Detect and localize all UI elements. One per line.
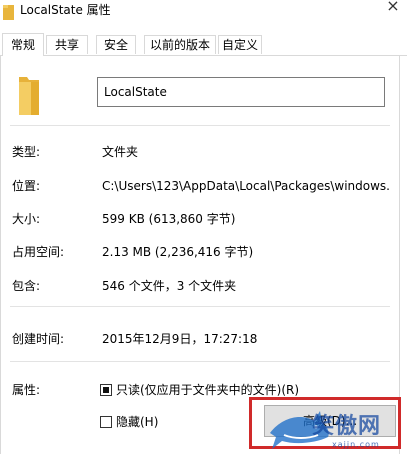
tab-security[interactable]: 安全 — [96, 35, 136, 54]
separator — [10, 361, 390, 362]
tab-strip: 常规 共享 安全 以前的版本 自定义 — [0, 33, 407, 56]
separator — [10, 125, 390, 126]
tab-previous-versions[interactable]: 以前的版本 — [144, 35, 216, 54]
folder-icon — [19, 77, 39, 115]
separator — [10, 306, 390, 307]
window-title: LocalState 属性 — [20, 3, 111, 17]
readonly-label[interactable]: 只读(仅应用于文件夹中的文件)(R) — [116, 382, 299, 398]
created-value: 2015年12月9日，17:27:18 — [102, 332, 258, 346]
size-label: 大小: — [12, 212, 41, 226]
created-label: 创建时间: — [12, 332, 65, 346]
tab-customize[interactable]: 自定义 — [218, 35, 262, 54]
close-icon[interactable]: × — [383, 0, 403, 16]
location-value: C:\Users\123\AppData\Local\Packages\wind… — [102, 179, 390, 193]
tab-general[interactable]: 常规 — [2, 33, 44, 56]
watermark-sub: xajjn.com — [332, 440, 380, 449]
folder-icon — [3, 5, 14, 20]
size-on-disk-value: 2.13 MB (2,236,416 字节) — [102, 245, 254, 259]
attributes-label: 属性: — [12, 383, 41, 397]
hidden-label[interactable]: 隐藏(H) — [116, 414, 158, 430]
type-label: 类型: — [12, 145, 41, 159]
location-label: 位置: — [12, 179, 41, 193]
tab-sharing[interactable]: 共享 — [46, 35, 88, 54]
contains-value: 546 个文件，3 个文件夹 — [102, 279, 237, 293]
hidden-checkbox[interactable] — [100, 416, 112, 428]
folder-name-input[interactable]: LocalState — [97, 77, 385, 107]
watermark-text: 笑傲网 — [312, 414, 382, 439]
size-value: 599 KB (613,860 字节) — [102, 212, 236, 226]
title-bar: LocalState 属性 × — [0, 0, 407, 30]
contains-label: 包含: — [12, 279, 41, 293]
size-on-disk-label: 占用空间: — [12, 245, 65, 259]
readonly-checkbox[interactable] — [100, 384, 112, 396]
type-value: 文件夹 — [102, 145, 139, 159]
